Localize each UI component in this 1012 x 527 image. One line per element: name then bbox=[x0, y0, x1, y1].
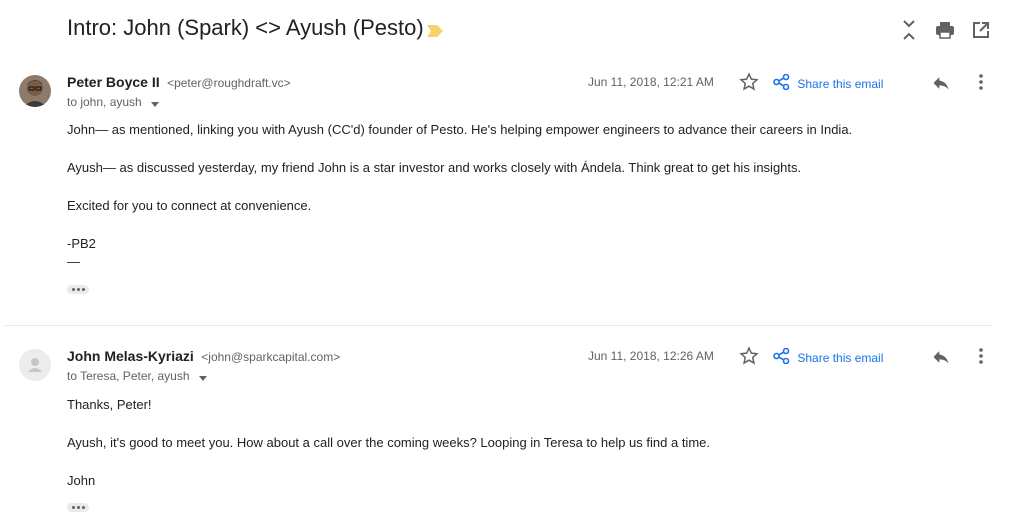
message-body-line: John— as mentioned, linking you with Ayu… bbox=[67, 122, 853, 137]
collapse-all-icon[interactable] bbox=[898, 19, 920, 41]
message-body-line: Ayush, it's good to meet you. How about … bbox=[67, 435, 710, 450]
message-body-line: Ayush— as discussed yesterday, my friend… bbox=[67, 160, 802, 175]
more-options-icon[interactable] bbox=[971, 72, 991, 92]
sender-info: Peter Boyce II <peter@roughdraft.vc> bbox=[67, 74, 291, 92]
share-icon bbox=[773, 73, 793, 93]
recipients-label: to Teresa, Peter, ayush bbox=[67, 369, 190, 383]
share-icon bbox=[773, 347, 793, 367]
message-date: Jun 11, 2018, 12:26 AM bbox=[588, 349, 714, 363]
importance-marker-icon[interactable] bbox=[427, 24, 443, 42]
show-trimmed-content-button[interactable] bbox=[67, 285, 89, 294]
reply-icon[interactable] bbox=[931, 73, 951, 93]
reply-icon[interactable] bbox=[931, 347, 951, 367]
sender-info: John Melas-Kyriazi <john@sparkcapital.co… bbox=[67, 348, 340, 366]
message-date: Jun 11, 2018, 12:21 AM bbox=[588, 75, 714, 89]
message-body-line: Excited for you to connect at convenienc… bbox=[67, 198, 312, 213]
message-body-line: -PB2 bbox=[67, 236, 96, 251]
message-body-line: Thanks, Peter! bbox=[67, 397, 152, 412]
print-icon[interactable] bbox=[934, 19, 956, 41]
recipients-toggle[interactable]: to Teresa, Peter, ayush bbox=[67, 369, 207, 384]
message-body-line: John bbox=[67, 473, 96, 488]
show-trimmed-content-button[interactable] bbox=[67, 503, 89, 512]
recipients-toggle[interactable]: to john, ayush bbox=[67, 95, 160, 110]
sender-avatar[interactable] bbox=[19, 75, 51, 107]
message-divider bbox=[4, 325, 992, 326]
sender-email: <peter@roughdraft.vc> bbox=[167, 76, 291, 90]
share-email-button[interactable]: Share this email bbox=[773, 347, 884, 367]
star-icon[interactable] bbox=[739, 72, 759, 92]
more-options-icon[interactable] bbox=[971, 346, 991, 366]
email-subject: Intro: John (Spark) <> Ayush (Pesto) bbox=[67, 15, 424, 40]
share-label: Share this email bbox=[797, 76, 884, 91]
sender-avatar[interactable] bbox=[19, 349, 51, 381]
chevron-down-icon bbox=[198, 370, 207, 384]
message-body-line: — bbox=[67, 254, 80, 269]
sender-email: <john@sparkcapital.com> bbox=[201, 350, 341, 364]
share-email-button[interactable]: Share this email bbox=[773, 73, 884, 93]
recipients-label: to john, ayush bbox=[67, 95, 142, 109]
sender-name: John Melas-Kyriazi bbox=[67, 348, 194, 364]
sender-name: Peter Boyce II bbox=[67, 74, 160, 90]
open-in-new-window-icon[interactable] bbox=[970, 19, 992, 41]
share-label: Share this email bbox=[797, 350, 884, 365]
chevron-down-icon bbox=[151, 96, 160, 110]
star-icon[interactable] bbox=[739, 346, 759, 366]
